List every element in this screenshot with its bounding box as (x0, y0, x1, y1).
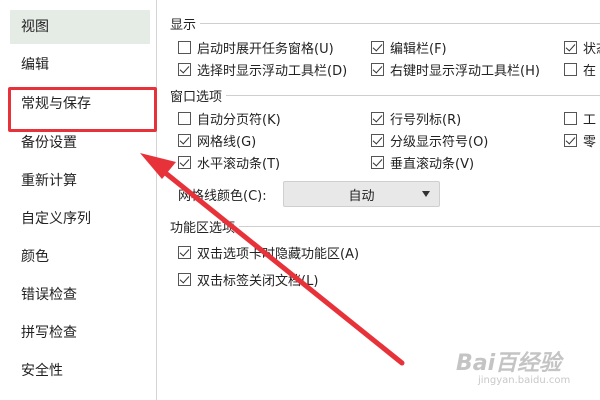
checkbox-window-other-2[interactable]: 零 (564, 131, 596, 150)
checkbox-box[interactable] (564, 112, 577, 125)
checkbox-outline-symbols[interactable]: 分级显示符号(O) (371, 131, 488, 150)
checkbox-float-toolbar-select[interactable]: 选择时显示浮动工具栏(D) (178, 60, 347, 79)
checkbox-box[interactable] (564, 63, 577, 76)
section-title-window: 窗口选项 (170, 86, 227, 105)
sidebar-item-color[interactable]: 颜色 (10, 240, 150, 274)
options-sidebar: 视图 编辑 常规与保存 备份设置 重新计算 自定义序列 颜色 错误检查 拼写检查… (0, 0, 157, 400)
checkbox-box[interactable] (178, 156, 191, 169)
section-divider (222, 95, 600, 96)
checkbox-gridlines[interactable]: 网格线(G) (178, 131, 256, 150)
checkbox-auto-page-break[interactable]: 自动分页符(K) (178, 109, 281, 128)
options-panel: 显示 启动时展开任务窗格(U) 编辑栏(F) 状态 选择时显示浮动工具栏(D) … (158, 0, 600, 400)
checkbox-box[interactable] (178, 63, 191, 76)
section-title-display: 显示 (170, 14, 201, 33)
checkbox-box[interactable] (564, 41, 577, 54)
section-title-ribbon: 功能区选项 (170, 217, 240, 236)
checkbox-hide-ribbon-dblclick[interactable]: 双击选项卡时隐藏功能区(A) (178, 243, 359, 262)
grid-color-label: 网格线颜色(C): (178, 189, 267, 204)
section-divider (194, 23, 600, 24)
checkbox-row-col-headers[interactable]: 行号列标(R) (371, 109, 461, 128)
checkbox-status-bar[interactable]: 状态 (564, 38, 600, 57)
checkbox-window-other-1[interactable]: 工 (564, 109, 596, 128)
chevron-down-icon (422, 191, 430, 197)
checkbox-expand-task-pane[interactable]: 启动时展开任务窗格(U) (178, 38, 334, 57)
checkbox-box[interactable] (371, 134, 384, 147)
checkbox-box[interactable] (178, 112, 191, 125)
sidebar-item-recalculate[interactable]: 重新计算 (10, 164, 150, 198)
sidebar-item-edit[interactable]: 编辑 (10, 48, 150, 82)
grid-color-dropdown[interactable]: 自动 (283, 181, 440, 207)
checkbox-box[interactable] (178, 273, 191, 286)
checkbox-display-other[interactable]: 在 (564, 60, 596, 79)
checkbox-close-doc-dblclick[interactable]: 双击标签关闭文档(L) (178, 270, 318, 289)
checkbox-float-toolbar-rightclick[interactable]: 右键时显示浮动工具栏(H) (371, 60, 540, 79)
checkbox-box[interactable] (564, 134, 577, 147)
watermark-logo: Bai百经验 jingyan.baidu.com (456, 351, 571, 386)
checkbox-box[interactable] (371, 156, 384, 169)
sidebar-item-custom-list[interactable]: 自定义序列 (10, 202, 150, 236)
sidebar-item-spell-check[interactable]: 拼写检查 (10, 316, 150, 350)
checkbox-vertical-scrollbar[interactable]: 垂直滚动条(V) (371, 153, 474, 172)
checkbox-horizontal-scrollbar[interactable]: 水平滚动条(T) (178, 153, 280, 172)
highlight-box (8, 87, 157, 132)
checkbox-box[interactable] (371, 41, 384, 54)
grid-color-value: 自动 (348, 188, 375, 204)
checkbox-formula-bar[interactable]: 编辑栏(F) (371, 38, 447, 57)
sidebar-item-error-check[interactable]: 错误检查 (10, 278, 150, 312)
section-divider (236, 226, 600, 227)
checkbox-box[interactable] (178, 134, 191, 147)
checkbox-box[interactable] (178, 246, 191, 259)
checkbox-box[interactable] (371, 63, 384, 76)
checkbox-box[interactable] (178, 41, 191, 54)
sidebar-item-view[interactable]: 视图 (10, 10, 150, 44)
checkbox-box[interactable] (371, 112, 384, 125)
sidebar-item-security[interactable]: 安全性 (10, 354, 150, 388)
